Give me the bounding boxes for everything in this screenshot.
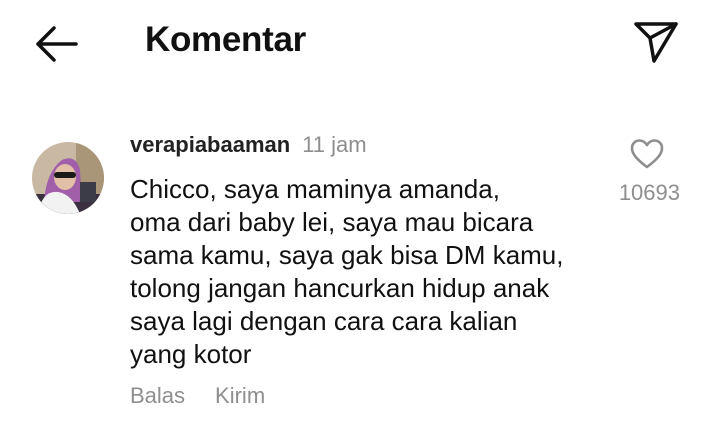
share-button[interactable] (630, 18, 682, 66)
comment-text: Chicco, saya maminya amanda, oma dari ba… (130, 173, 600, 371)
comment-line: sama kamu, saya gak bisa DM kamu, (130, 240, 564, 270)
comment-actions: Balas Kirim (130, 383, 265, 409)
paper-plane-icon (634, 22, 678, 63)
send-button[interactable]: Kirim (215, 383, 265, 408)
comment-line: tolong jangan hancurkan hidup anak (130, 273, 550, 303)
comment-line: saya lagi dengan cara cara kalian (130, 306, 518, 336)
profile-photo (32, 142, 104, 214)
avatar[interactable] (32, 142, 104, 214)
timestamp: 11 jam (302, 132, 367, 157)
page-title: Komentar (145, 20, 306, 59)
top-bar: Komentar (0, 0, 717, 90)
back-button[interactable] (30, 22, 82, 66)
like-button[interactable] (629, 138, 665, 170)
arrow-left-icon (36, 26, 78, 62)
comment-meta: verapiabaaman 11 jam (130, 132, 367, 158)
heart-outline-icon (630, 139, 664, 169)
comment-line: Chicco, saya maminya amanda, (130, 174, 500, 204)
reply-button[interactable]: Balas (130, 383, 185, 408)
comment-item: verapiabaaman 11 jam Chicco, saya maminya… (0, 120, 717, 420)
like-count: 10693 (618, 180, 680, 205)
comment-line: oma dari baby lei, saya mau bicara (130, 207, 534, 237)
username[interactable]: verapiabaaman (130, 132, 290, 157)
comment-line: yang kotor (130, 339, 252, 369)
